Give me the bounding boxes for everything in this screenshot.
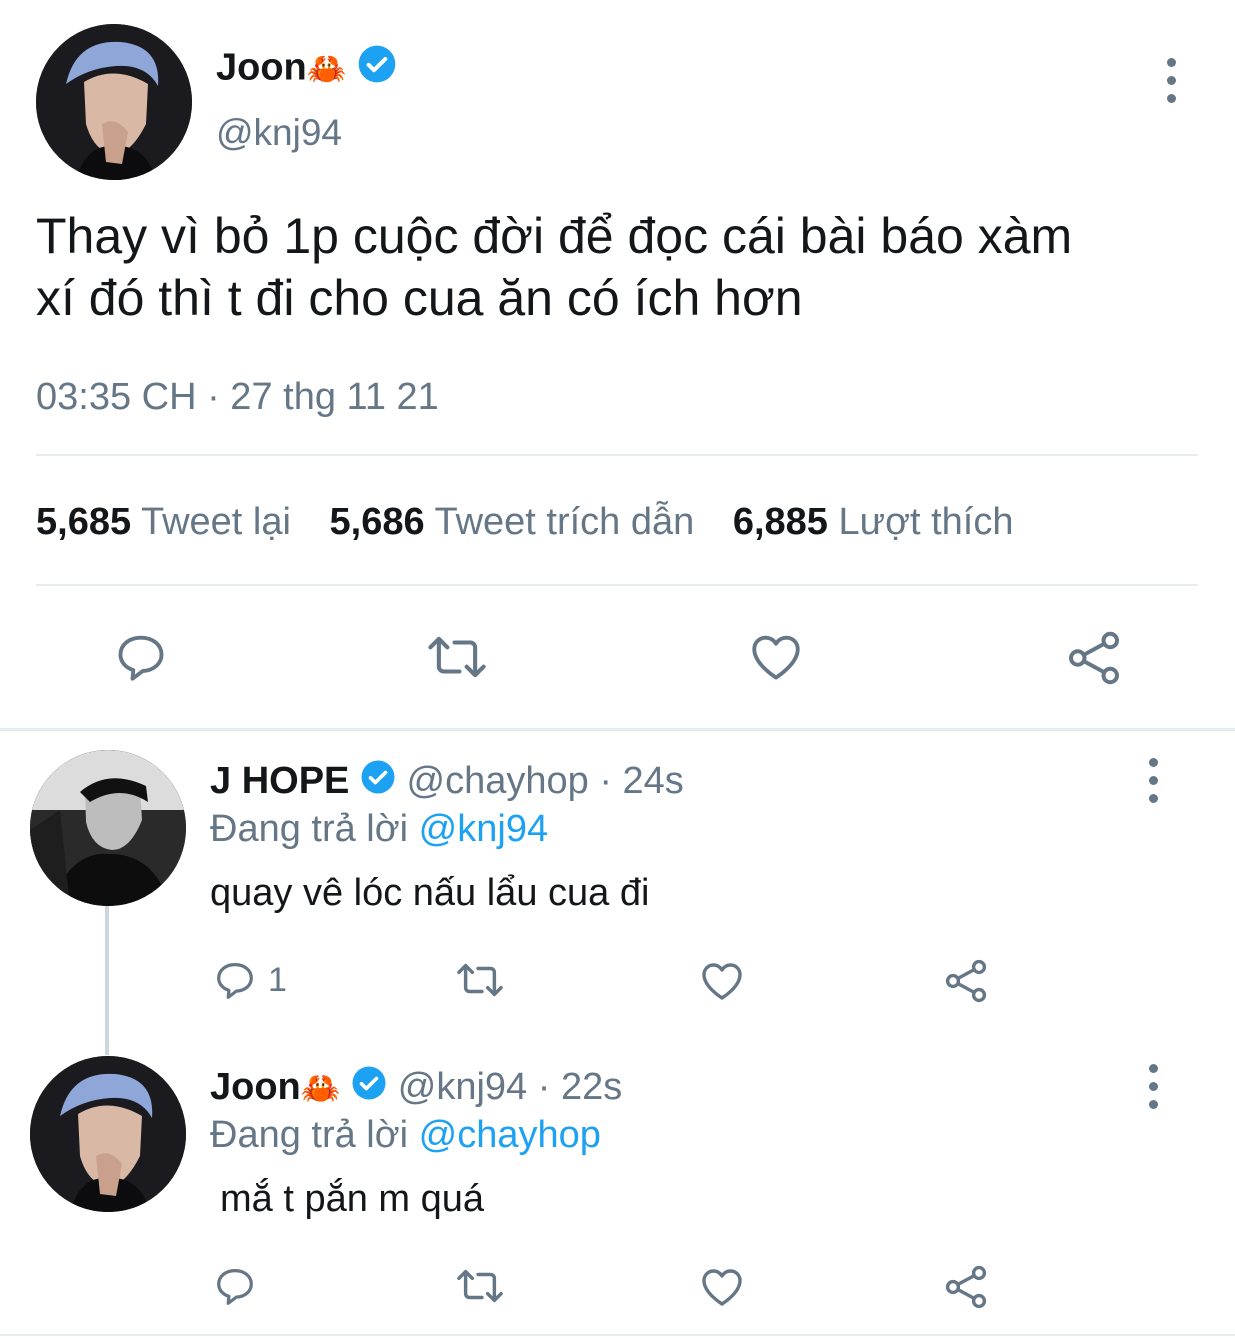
like-button[interactable] bbox=[698, 957, 746, 1005]
main-author-name[interactable]: Joon🦀 bbox=[216, 44, 397, 95]
stat-retweets[interactable]: 5,685 Tweet lại bbox=[36, 501, 302, 543]
reply-author-name[interactable]: J HOPE bbox=[210, 760, 349, 802]
stat-count: 5,685 bbox=[36, 501, 132, 543]
stat-label: Lượt thích bbox=[838, 501, 1014, 543]
share-icon bbox=[1068, 631, 1120, 685]
verified-badge-icon bbox=[360, 759, 396, 806]
divider bbox=[36, 454, 1198, 456]
crab-emoji: 🦀 bbox=[306, 50, 347, 87]
tweet-stats: 5,685 Tweet lại 5,686 Tweet trích dẫn 6,… bbox=[36, 499, 1014, 545]
reply-icon bbox=[118, 635, 164, 681]
tweet-text: Thay vì bỏ 1p cuộc đời để đọc cái bài bá… bbox=[36, 205, 1072, 329]
reply-button[interactable] bbox=[212, 1263, 258, 1309]
replying-to: Đang trả lời @chayhop bbox=[210, 1112, 601, 1158]
reply-header: Joon🦀 @knj94 · 22s bbox=[210, 1064, 622, 1112]
reply-button[interactable]: 1 bbox=[212, 957, 287, 1003]
share-icon bbox=[945, 1265, 987, 1309]
more-options-icon[interactable] bbox=[1141, 758, 1165, 803]
reply-text: quay vê lóc nấu lẩu cua đi bbox=[210, 872, 650, 914]
reply-avatar[interactable] bbox=[30, 1056, 186, 1212]
verified-badge-icon bbox=[357, 44, 397, 95]
crab-emoji: 🦀 bbox=[300, 1070, 341, 1106]
reply-handle-time[interactable]: @chayhop · 24s bbox=[407, 760, 684, 802]
tweet-text-line-2: xí đó thì t đi cho cua ăn có ích hơn bbox=[36, 270, 803, 326]
tweet-timestamp[interactable]: 03:35 CH · 27 thg 11 21 bbox=[36, 374, 439, 420]
like-button[interactable] bbox=[746, 628, 806, 686]
retweet-icon bbox=[457, 1269, 503, 1303]
retweet-button[interactable] bbox=[425, 628, 489, 686]
retweet-icon bbox=[457, 963, 503, 997]
stat-likes[interactable]: 6,885 Lượt thích bbox=[733, 501, 1014, 543]
more-options-icon[interactable] bbox=[1141, 1064, 1165, 1109]
retweet-button[interactable] bbox=[454, 957, 506, 1003]
share-button[interactable] bbox=[942, 1263, 990, 1311]
reply-button[interactable] bbox=[112, 628, 170, 686]
share-icon bbox=[945, 959, 987, 1003]
replying-to: Đang trả lời @knj94 bbox=[210, 806, 548, 852]
divider bbox=[36, 584, 1198, 586]
thread-line bbox=[105, 905, 109, 1055]
reply-text: mắ t pắn m quá bbox=[220, 1178, 485, 1220]
stat-label: Tweet lại bbox=[140, 501, 291, 543]
replying-prefix: Đang trả lời bbox=[210, 808, 419, 850]
verified-badge-icon bbox=[351, 1065, 387, 1112]
main-avatar[interactable] bbox=[36, 24, 192, 180]
like-icon bbox=[702, 1269, 742, 1306]
divider bbox=[0, 1334, 1235, 1336]
like-button[interactable] bbox=[698, 1263, 746, 1311]
replying-to-link[interactable]: @chayhop bbox=[419, 1114, 601, 1156]
reply-author-name[interactable]: Joon🦀 bbox=[210, 1066, 341, 1108]
stat-count: 5,686 bbox=[329, 501, 425, 543]
share-button[interactable] bbox=[1064, 628, 1124, 688]
like-icon bbox=[702, 963, 742, 1000]
reply-icon bbox=[217, 1269, 253, 1305]
replying-prefix: Đang trả lời bbox=[210, 1114, 419, 1156]
reply-count: 1 bbox=[268, 960, 287, 999]
display-name: Joon bbox=[216, 46, 307, 89]
retweet-icon bbox=[428, 636, 486, 678]
share-button[interactable] bbox=[942, 957, 990, 1005]
reply-handle-time[interactable]: @knj94 · 22s bbox=[398, 1066, 622, 1108]
replying-to-link[interactable]: @knj94 bbox=[419, 808, 548, 850]
more-options-icon[interactable] bbox=[1159, 58, 1183, 103]
main-handle[interactable]: @knj94 bbox=[216, 110, 342, 156]
reply-icon bbox=[217, 963, 253, 999]
tweet-text-line-1: Thay vì bỏ 1p cuộc đời để đọc cái bài bá… bbox=[36, 208, 1073, 264]
reply-header: J HOPE @chayhop · 24s bbox=[210, 758, 684, 806]
like-icon bbox=[752, 635, 800, 680]
stat-label: Tweet trích dẫn bbox=[434, 501, 695, 543]
stat-count: 6,885 bbox=[732, 501, 828, 543]
reply-avatar[interactable] bbox=[30, 750, 186, 906]
stat-quotes[interactable]: 5,686 Tweet trích dẫn bbox=[330, 501, 705, 543]
display-name: Joon bbox=[210, 1066, 301, 1108]
section-divider bbox=[0, 728, 1235, 731]
retweet-button[interactable] bbox=[454, 1263, 506, 1309]
